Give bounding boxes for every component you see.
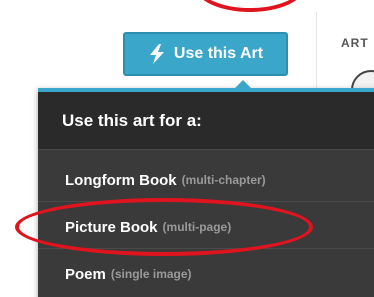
lightning-bolt-icon: [148, 44, 166, 64]
menu-item-sublabel: (multi-chapter): [181, 173, 266, 187]
menu-divider: [38, 201, 374, 202]
menu-item-longform-book[interactable]: Longform Book (multi-chapter): [38, 158, 374, 202]
screenshot-stage: ART Use this Art Use this art for a: Lon…: [0, 0, 374, 297]
use-this-art-label: Use this Art: [173, 45, 264, 62]
menu-item-picture-book[interactable]: Picture Book (multi-page): [38, 205, 374, 249]
side-panel-header: ART: [341, 36, 369, 50]
dropdown-header: Use this art for a:: [38, 92, 374, 150]
menu-item-label: Poem: [65, 265, 106, 283]
red-annotation-arc: [195, 0, 305, 12]
use-this-art-button[interactable]: Use this Art: [123, 32, 288, 76]
menu-item-poem[interactable]: Poem (single image): [38, 252, 374, 296]
menu-divider: [38, 248, 374, 249]
menu-item-label: Longform Book: [65, 171, 177, 189]
menu-item-sublabel: (single image): [110, 267, 192, 281]
menu-item-sublabel: (multi-page): [162, 220, 232, 234]
dropdown-caret: [235, 80, 251, 88]
menu-item-label: Picture Book: [65, 218, 158, 236]
